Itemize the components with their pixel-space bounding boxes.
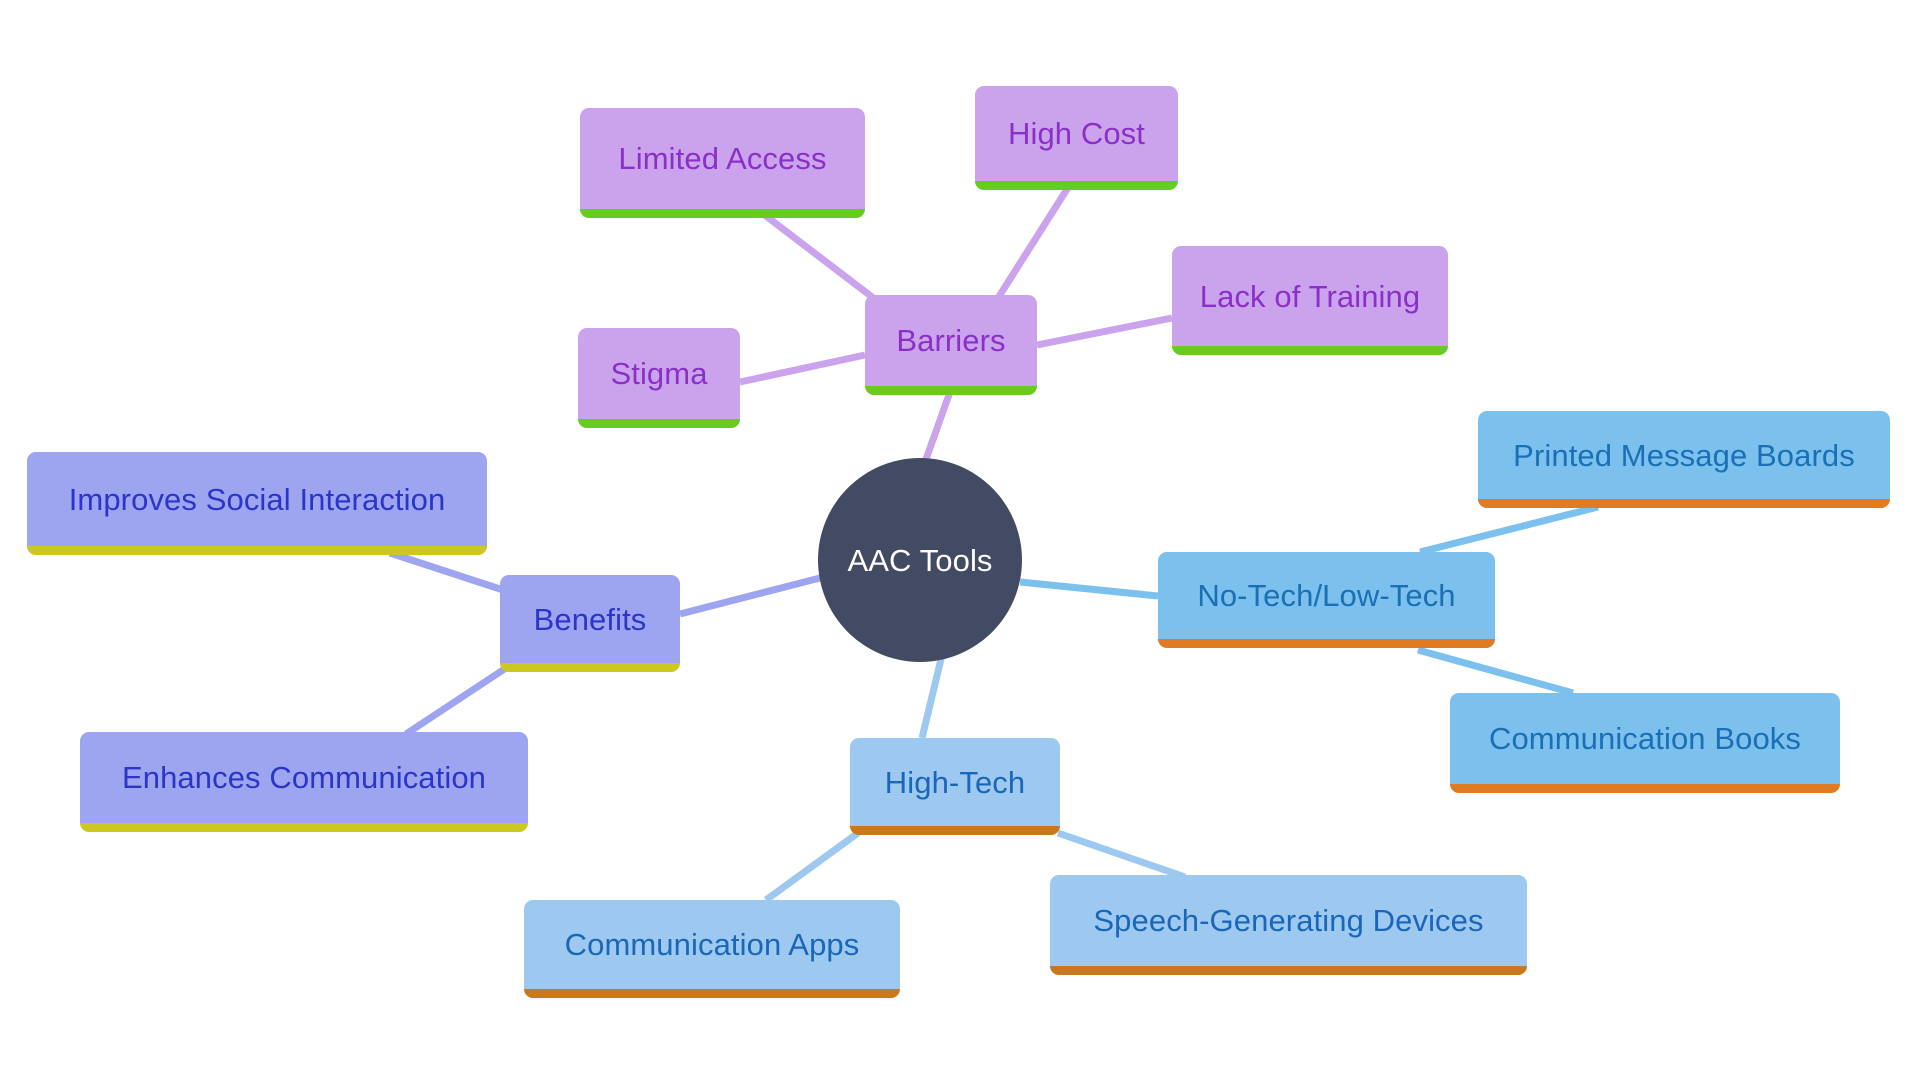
branch-node-high-tech[interactable]: High-Tech <box>850 738 1060 835</box>
leaf-node-communication-apps-label: Communication Apps <box>564 927 860 962</box>
root-to-barriers <box>921 390 954 464</box>
leaf-node-high-cost[interactable]: High Cost <box>975 86 1178 190</box>
leaf-node-speech-generating-devices[interactable]: Speech-Generating Devices <box>1050 875 1527 975</box>
benefits-to-improves-social <box>388 549 505 594</box>
leaf-node-enhances-communication[interactable]: Enhances Communication <box>80 732 528 832</box>
barriers-to-high-cost <box>995 184 1072 300</box>
barriers-to-stigma <box>739 351 866 386</box>
mindmap-canvas: AAC Tools Barriers Limited Access High C… <box>0 0 1920 1080</box>
leaf-node-speech-generating-devices-label: Speech-Generating Devices <box>1093 903 1484 938</box>
barriers-to-lack-of-training <box>1036 314 1173 349</box>
branch-node-benefits[interactable]: Benefits <box>500 575 680 672</box>
leaf-node-limited-access-label: Limited Access <box>618 141 827 176</box>
leaf-node-lack-of-training-label: Lack of Training <box>1199 278 1421 314</box>
root-node-aac-tools[interactable]: AAC Tools <box>818 458 1022 662</box>
leaf-node-limited-access[interactable]: Limited Access <box>580 108 865 218</box>
leaf-node-printed-message-boards-label: Printed Message Boards <box>1513 437 1855 473</box>
high-tech-to-comm-apps <box>763 830 861 903</box>
root-to-low-tech <box>1019 578 1159 600</box>
leaf-node-communication-books[interactable]: Communication Books <box>1450 693 1840 793</box>
benefits-to-enhances-comm <box>404 665 508 737</box>
leaf-node-improves-social-interaction-label: Improves Social Interaction <box>68 481 446 517</box>
barriers-to-limited-access <box>759 210 879 303</box>
branch-node-barriers[interactable]: Barriers <box>865 295 1037 395</box>
leaf-node-improves-social-interaction[interactable]: Improves Social Interaction <box>27 452 487 555</box>
leaf-node-high-cost-label: High Cost <box>1007 116 1145 151</box>
leaf-node-lack-of-training[interactable]: Lack of Training <box>1172 246 1448 355</box>
high-tech-to-speech-devices <box>1056 829 1187 881</box>
root-to-benefits <box>679 574 821 618</box>
leaf-node-printed-message-boards[interactable]: Printed Message Boards <box>1478 411 1890 508</box>
branch-node-no-tech-low-tech[interactable]: No-Tech/Low-Tech <box>1158 552 1495 648</box>
leaf-node-stigma[interactable]: Stigma <box>578 328 740 428</box>
low-tech-to-comm-books <box>1417 646 1574 697</box>
low-tech-to-printed-boards <box>1419 503 1599 556</box>
leaf-node-stigma-label: Stigma <box>610 356 708 391</box>
branch-node-high-tech-label: High-Tech <box>884 764 1026 800</box>
branch-node-barriers-label: Barriers <box>896 323 1006 358</box>
root-node-label: AAC Tools <box>847 542 993 578</box>
branch-node-no-tech-low-tech-label: No-Tech/Low-Tech <box>1197 578 1456 613</box>
leaf-node-communication-apps[interactable]: Communication Apps <box>524 900 900 998</box>
leaf-node-communication-books-label: Communication Books <box>1488 721 1802 756</box>
branch-node-benefits-label: Benefits <box>533 601 647 637</box>
leaf-node-enhances-communication-label: Enhances Communication <box>121 760 487 795</box>
root-to-high-tech <box>918 654 946 739</box>
